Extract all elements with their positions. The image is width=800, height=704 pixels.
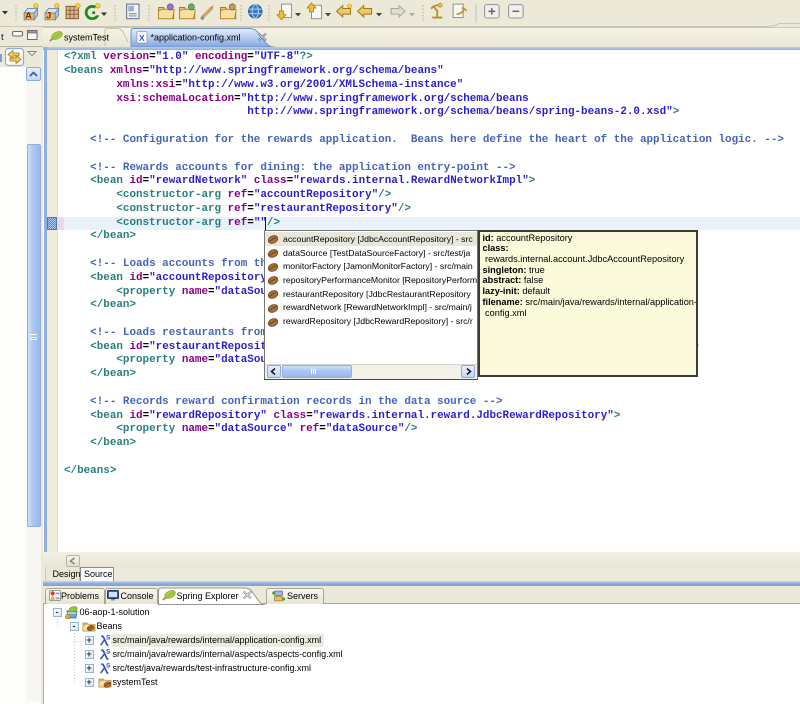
svg-text:*application-config.xml: *application-config.xml	[151, 33, 241, 43]
svg-text:S: S	[106, 649, 111, 656]
svg-text:A: A	[25, 11, 32, 21]
svg-text:systemTest: systemTest	[64, 33, 110, 43]
svg-text:X: X	[139, 33, 145, 43]
svg-text:S: S	[106, 663, 111, 670]
svg-text:S: S	[106, 635, 111, 642]
svg-text:J: J	[46, 11, 51, 21]
